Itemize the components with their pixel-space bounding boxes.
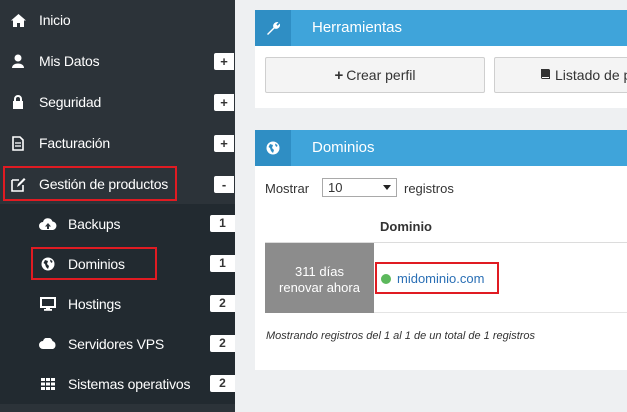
- sidebar-item-mis-datos[interactable]: Mis Datos +: [0, 41, 235, 81]
- count-badge: 1: [210, 215, 235, 232]
- renew-now-link[interactable]: renovar ahora: [265, 280, 374, 295]
- sidebar-item-seguridad[interactable]: Seguridad +: [0, 82, 235, 122]
- page-size-select[interactable]: 10: [322, 178, 397, 197]
- expand-toggle[interactable]: +: [214, 53, 234, 70]
- tools-panel-title: Herramientas: [312, 19, 403, 36]
- sidebar-subitem-servidores-vps[interactable]: Servidores VPS 2: [0, 324, 235, 364]
- wrench-icon: [255, 10, 291, 46]
- sidebar: Inicio Mis Datos + Seguridad + Facturaci…: [0, 0, 235, 412]
- create-profile-label: Crear perfil: [346, 67, 416, 83]
- page-size-value: 10: [328, 180, 343, 195]
- domains-panel-title: Dominios: [312, 139, 375, 156]
- list-profiles-label: Listado de p: [555, 67, 627, 83]
- column-header-dominio[interactable]: Dominio: [380, 219, 432, 234]
- highlight-box-domain: [375, 262, 499, 294]
- count-badge: 2: [210, 295, 235, 312]
- user-icon: [10, 53, 26, 69]
- lock-icon: [10, 94, 26, 110]
- records-label: registros: [404, 181, 454, 196]
- globe-icon: [255, 130, 291, 166]
- count-badge: 2: [210, 375, 235, 392]
- sidebar-item-label: Mis Datos: [39, 53, 100, 69]
- highlight-box-gestion: [3, 166, 177, 201]
- expand-toggle[interactable]: +: [214, 135, 234, 152]
- expand-toggle[interactable]: +: [214, 94, 234, 111]
- count-badge: 2: [210, 335, 235, 352]
- sidebar-item-label: Seguridad: [39, 94, 102, 110]
- plus-icon: +: [334, 66, 344, 84]
- create-profile-button[interactable]: + Crear perfil: [265, 57, 485, 93]
- sidebar-subitem-label: Sistemas operativos: [68, 376, 191, 392]
- cloud-icon: [39, 336, 57, 352]
- sidebar-subitem-label: Backups: [68, 216, 121, 232]
- domains-panel-header: Dominios: [255, 130, 627, 166]
- sidebar-item-facturacion[interactable]: Facturación +: [0, 123, 235, 163]
- highlight-box-dominios: [31, 247, 157, 280]
- sidebar-subitem-label: Servidores VPS: [68, 336, 165, 352]
- row-divider: [374, 312, 627, 313]
- sidebar-item-inicio[interactable]: Inicio: [0, 0, 235, 40]
- table-info: Mostrando registros del 1 al 1 de un tot…: [266, 330, 536, 342]
- show-label: Mostrar: [265, 181, 310, 196]
- renew-days: 311 días: [295, 264, 344, 279]
- sidebar-item-label: Inicio: [39, 12, 71, 28]
- grid-icon: [39, 376, 57, 392]
- file-icon: [10, 135, 26, 151]
- home-icon: [10, 12, 26, 28]
- sidebar-subitem-backups[interactable]: Backups 1: [0, 204, 235, 244]
- tools-panel-header: Herramientas: [255, 10, 627, 46]
- sidebar-subitem-hostings[interactable]: Hostings 2: [0, 284, 235, 324]
- renew-cell[interactable]: 311 días renovar ahora: [265, 243, 374, 313]
- cloud-upload-icon: [39, 216, 57, 232]
- chevron-down-icon: [383, 185, 391, 190]
- sidebar-item-label: Facturación: [39, 135, 110, 151]
- sidebar-subitem-label: Hostings: [68, 296, 121, 312]
- book-icon: [540, 67, 551, 83]
- collapse-toggle[interactable]: -: [214, 176, 234, 193]
- list-profiles-button[interactable]: Listado de p: [494, 57, 627, 93]
- count-badge: 1: [210, 255, 235, 272]
- sidebar-subitem-sistemas-operativos[interactable]: Sistemas operativos 2: [0, 364, 235, 404]
- monitor-icon: [39, 296, 57, 312]
